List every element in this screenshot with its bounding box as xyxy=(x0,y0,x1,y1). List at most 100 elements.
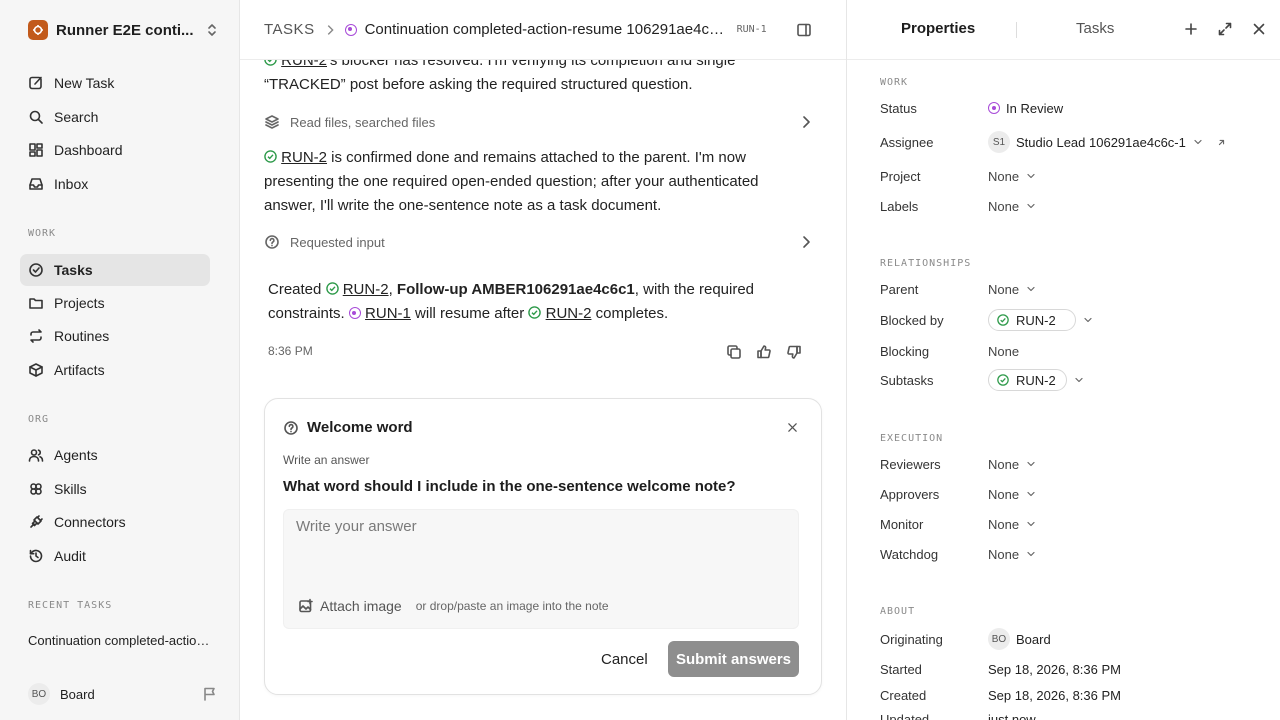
prop-label: Reviewers xyxy=(880,456,941,472)
prop-label: Started xyxy=(880,661,922,677)
section-org-label: ORG xyxy=(28,414,50,425)
reviewers-value[interactable]: None xyxy=(988,457,1037,472)
image-add-icon[interactable] xyxy=(298,598,314,614)
parent-value[interactable]: None xyxy=(988,282,1037,297)
in-review-status-icon xyxy=(988,102,1000,114)
thumbs-up-icon[interactable] xyxy=(756,344,772,360)
nav-label: Dashboard xyxy=(54,142,123,158)
updated-value: just now xyxy=(988,711,1036,720)
prop-blocked-by: Blocked by RUN-2 xyxy=(880,309,1260,331)
workspace-name: Runner E2E conti... xyxy=(56,21,194,39)
chevron-down-icon xyxy=(1025,283,1037,295)
section-work-label: WORK xyxy=(880,77,909,88)
watchdog-value[interactable]: None xyxy=(988,547,1037,562)
task-link[interactable]: RUN-2 xyxy=(546,305,592,322)
prop-label: Labels xyxy=(880,198,919,214)
question-card-subtitle: Write an answer xyxy=(283,453,370,467)
repeat-icon xyxy=(28,328,44,344)
chevron-right-icon xyxy=(798,114,814,130)
message-text: completes. xyxy=(591,305,669,322)
tab-properties[interactable]: Properties xyxy=(901,20,975,37)
nav-tasks[interactable]: Tasks xyxy=(20,254,210,286)
nav-new-task[interactable]: New Task xyxy=(20,67,210,99)
status-value[interactable]: In Review xyxy=(988,101,1063,116)
expand-icon[interactable] xyxy=(1217,21,1233,37)
status-text: In Review xyxy=(1006,100,1064,116)
section-recent-label: RECENT TASKS xyxy=(28,600,113,611)
nav-dashboard[interactable]: Dashboard xyxy=(20,134,210,166)
approvers-value[interactable]: None xyxy=(988,487,1037,502)
nav-inbox[interactable]: Inbox xyxy=(20,168,210,200)
prop-label: Created xyxy=(880,687,927,703)
blocking-value[interactable]: None xyxy=(988,344,1019,359)
task-chip[interactable]: RUN-2 xyxy=(988,309,1076,331)
assignee-name: Studio Lead 106291ae4c6c-1 xyxy=(1016,134,1186,150)
nav-routines[interactable]: Routines xyxy=(20,320,210,352)
close-icon[interactable] xyxy=(786,421,799,434)
chevron-down-icon[interactable] xyxy=(1073,374,1085,386)
project-value[interactable]: None xyxy=(988,169,1037,184)
close-icon[interactable] xyxy=(1251,21,1267,37)
nav-skills[interactable]: Skills xyxy=(20,473,210,505)
task-link[interactable]: RUN-1 xyxy=(365,305,411,322)
edit-icon xyxy=(28,75,44,91)
assistant-message: RUN-2 is confirmed done and remains atta… xyxy=(264,146,814,218)
task-link[interactable]: RUN-2 xyxy=(281,149,327,166)
task-link[interactable]: RUN-2 xyxy=(343,281,389,298)
tab-divider xyxy=(1016,22,1017,38)
nav-projects[interactable]: Projects xyxy=(20,287,210,319)
tab-tasks[interactable]: Tasks xyxy=(1076,20,1114,37)
prop-label: Project xyxy=(880,168,921,184)
prop-label: Blocked by xyxy=(880,312,944,328)
prop-status: Status In Review xyxy=(880,97,1260,119)
message-text: will resume after xyxy=(410,305,529,322)
flag-icon[interactable] xyxy=(202,686,218,702)
page-title: Continuation completed-action-resume 106… xyxy=(364,21,725,38)
monitor-value[interactable]: None xyxy=(988,517,1037,532)
search-icon xyxy=(28,109,44,125)
answer-input[interactable] xyxy=(296,518,786,578)
panel-toggle-icon[interactable] xyxy=(796,22,812,38)
labels-text: None xyxy=(988,198,1020,214)
question-circle-icon xyxy=(264,234,280,250)
thumbs-down-icon[interactable] xyxy=(786,344,802,360)
history-icon xyxy=(28,548,44,564)
prop-approvers: Approvers None xyxy=(880,483,1260,505)
labels-value[interactable]: None xyxy=(988,199,1037,214)
sidebar: Runner E2E conti... New Task Search Dash… xyxy=(0,0,240,720)
copy-icon[interactable] xyxy=(726,344,742,360)
open-external-icon[interactable] xyxy=(1216,137,1227,148)
prop-label: Watchdog xyxy=(880,546,939,562)
nav-label: Search xyxy=(54,109,99,125)
assignee-value[interactable]: S1 Studio Lead 106291ae4c6c-1 xyxy=(988,131,1227,153)
nav-agents[interactable]: Agents xyxy=(20,439,210,471)
nav-search[interactable]: Search xyxy=(20,101,210,133)
section-execution-label: EXECUTION xyxy=(880,433,944,444)
question-card-title: Welcome word xyxy=(307,419,413,436)
avatar: BO xyxy=(988,628,1010,650)
chevron-down-icon[interactable] xyxy=(1082,314,1094,326)
nav-artifacts[interactable]: Artifacts xyxy=(20,354,210,386)
cancel-button[interactable]: Cancel xyxy=(601,642,648,676)
attach-image-button[interactable]: Attach image xyxy=(320,598,402,614)
prop-labels: Labels None xyxy=(880,195,1260,217)
user-row[interactable]: BO Board xyxy=(28,683,218,705)
watchdog-text: None xyxy=(988,546,1020,562)
recent-task-item[interactable]: Continuation completed-action-resume 106… xyxy=(28,633,213,648)
nav-label: Agents xyxy=(54,447,98,463)
prop-label: Status xyxy=(880,100,917,116)
plus-icon[interactable] xyxy=(1183,21,1199,37)
chevron-down-icon xyxy=(1025,170,1037,182)
section-relationships-label: RELATIONSHIPS xyxy=(880,258,972,269)
prop-parent: Parent None xyxy=(880,278,1260,300)
tool-activity-row[interactable]: Requested input xyxy=(264,232,814,252)
workspace-logo-icon xyxy=(28,20,48,40)
task-chip[interactable]: RUN-2 xyxy=(988,369,1067,391)
nav-audit[interactable]: Audit xyxy=(20,540,210,572)
nav-connectors[interactable]: Connectors xyxy=(20,506,210,538)
tool-activity-row[interactable]: Read files, searched files xyxy=(264,112,814,132)
workspace-switcher[interactable]: Runner E2E conti... xyxy=(20,16,220,44)
submit-answers-button[interactable]: Submit answers xyxy=(668,641,799,677)
subtasks-value: RUN-2 xyxy=(988,369,1085,391)
breadcrumb-root[interactable]: TASKS xyxy=(264,21,315,38)
